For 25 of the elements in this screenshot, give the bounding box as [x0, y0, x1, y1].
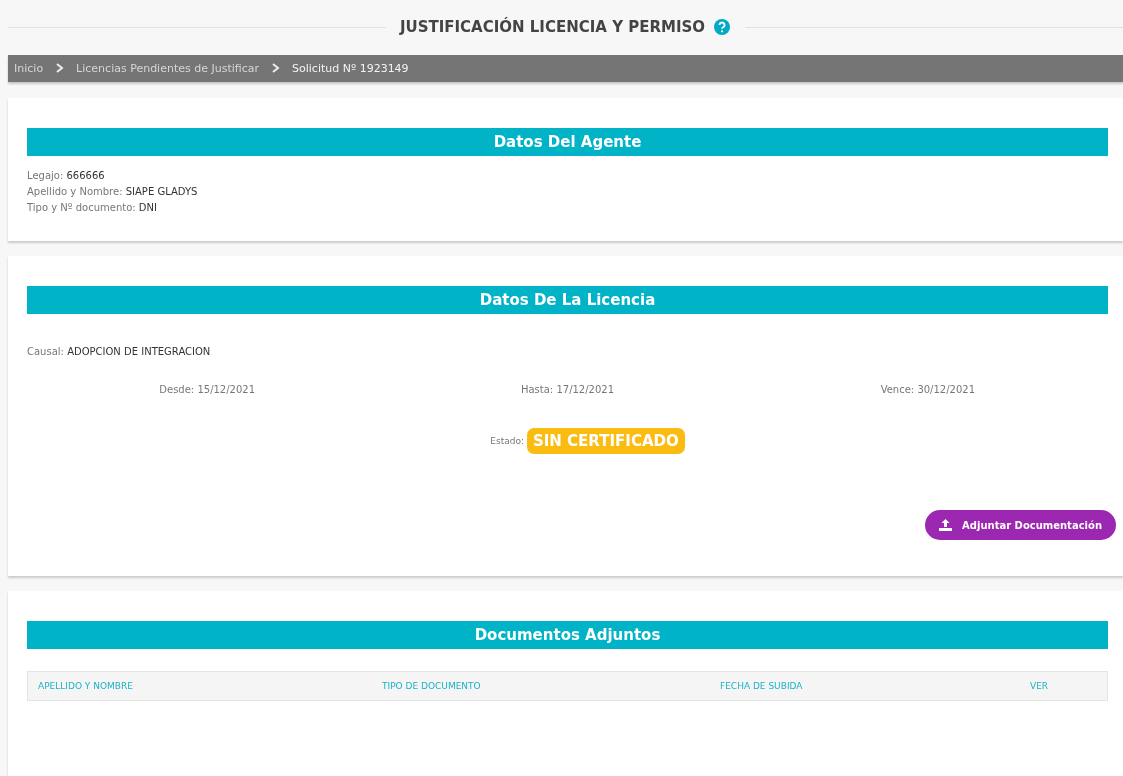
- breadcrumb-link[interactable]: Solicitud Nº 1923149: [292, 61, 409, 75]
- upload-icon: [939, 519, 953, 532]
- status-badge: SIN CERTIFICADO: [526, 428, 685, 455]
- section-heading: Datos De La Licencia: [27, 286, 1108, 315]
- column-header: FECHA DE SUBIDA: [720, 681, 804, 692]
- column-header: VER: [1030, 681, 1050, 692]
- help-icon[interactable]: [713, 18, 732, 37]
- chevron-icon: [271, 63, 281, 74]
- date-text: Vence: 30/12/2021: [879, 383, 977, 398]
- breadcrumb-link[interactable]: Inicio: [14, 61, 44, 75]
- date-text: Hasta: 17/12/2021: [519, 383, 616, 398]
- field-text: Apellido y Nombre: SIAPE GLADYS: [27, 184, 199, 199]
- column-header: APELLIDO Y NOMBRE: [38, 681, 134, 692]
- attach-button[interactable]: Adjuntar Documentación: [925, 510, 1116, 541]
- page-title: JUSTIFICACIÓN LICENCIA Y PERMISO: [399, 18, 706, 37]
- section-heading: Documentos Adjuntos: [27, 621, 1108, 650]
- date-text: Desde: 15/12/2021: [158, 383, 257, 398]
- column-header: TIPO DE DOCUMENTO: [382, 681, 482, 692]
- field-text: Legajo: 666666: [27, 168, 106, 183]
- chevron-icon: [55, 63, 65, 74]
- field-text: Causal: ADOPCION DE INTEGRACION: [27, 345, 212, 360]
- status-label: Estado:: [490, 436, 524, 447]
- field-text: Tipo y Nº documento: DNI: [27, 200, 158, 215]
- breadcrumb-link[interactable]: Licencias Pendientes de Justificar: [76, 61, 260, 75]
- section-heading: Datos Del Agente: [27, 127, 1108, 156]
